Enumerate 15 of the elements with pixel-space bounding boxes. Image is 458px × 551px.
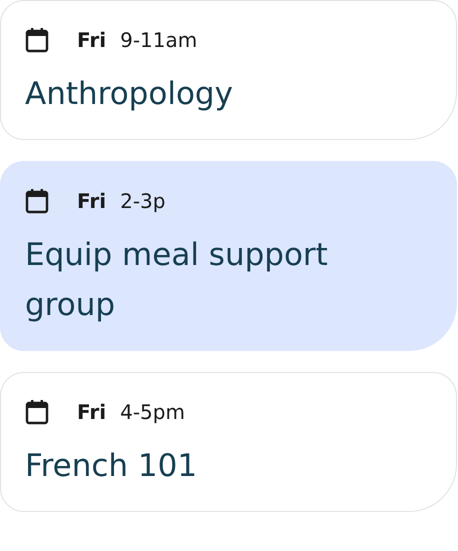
calendar-icon xyxy=(25,399,49,425)
event-time: 4-5pm xyxy=(120,400,185,424)
event-title: Equip meal support group xyxy=(25,236,329,325)
event-card[interactable]: Fri 9-11am Anthropology xyxy=(0,0,457,140)
calendar-icon xyxy=(25,27,49,53)
event-card[interactable]: Fri 4-5pm French 101 xyxy=(0,372,457,512)
event-time: 2-3p xyxy=(120,189,166,213)
event-card[interactable]: Fri 2-3p Equip meal support group xyxy=(0,161,457,351)
event-day: Fri xyxy=(77,189,106,213)
event-day: Fri xyxy=(77,28,106,52)
event-time: 9-11am xyxy=(120,28,198,52)
event-day: Fri xyxy=(77,400,106,424)
calendar-icon xyxy=(25,188,49,214)
event-title: French 101 xyxy=(25,447,198,486)
event-title: Anthropology xyxy=(25,75,234,114)
